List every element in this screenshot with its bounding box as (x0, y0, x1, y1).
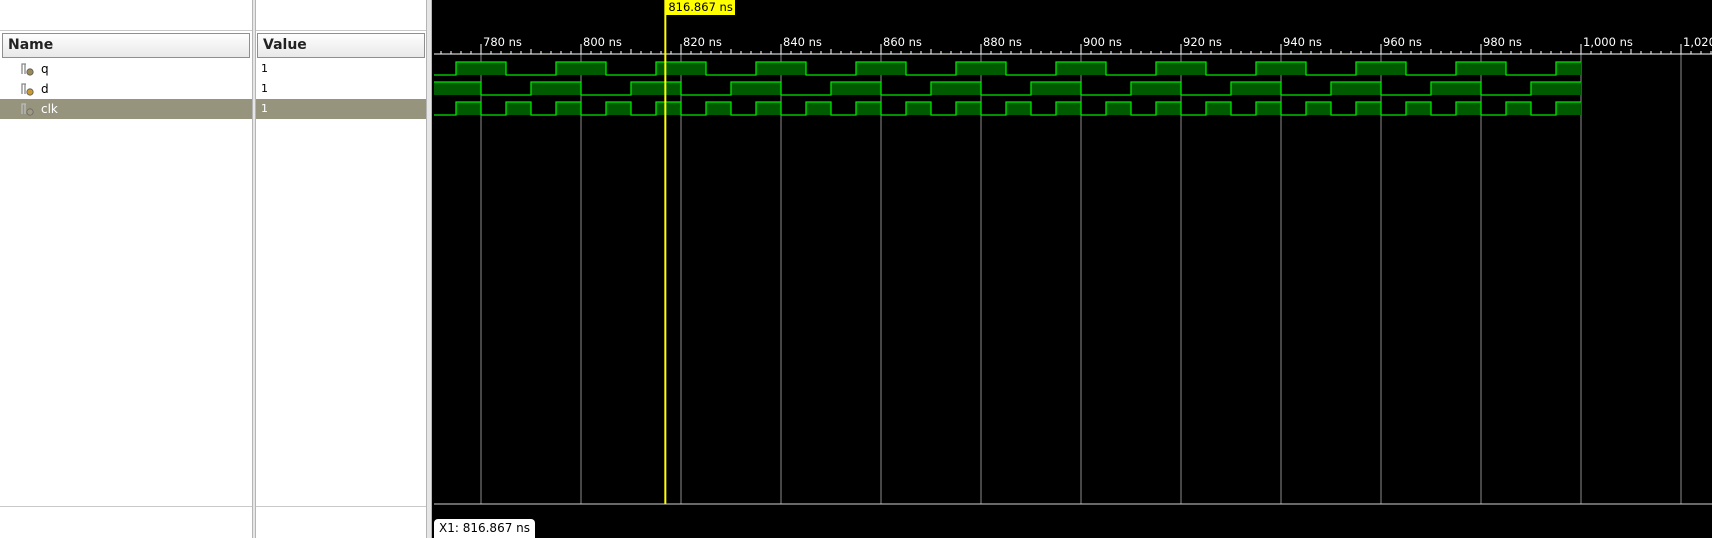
wave-high-fill (906, 102, 931, 115)
wave-high-fill (1531, 82, 1581, 95)
wave-high-fill (956, 62, 1006, 75)
wave-high-fill (1156, 102, 1181, 115)
wave-high-fill (1456, 102, 1481, 115)
wave-trace (434, 61, 1581, 76)
wave-high-fill (456, 62, 506, 75)
ruler-tick-label: 780 ns (483, 35, 522, 49)
wave-clk (434, 101, 1581, 116)
ruler-tick-label: 920 ns (1183, 35, 1222, 49)
wave-high-fill (1406, 102, 1431, 115)
wave-q (434, 61, 1581, 76)
ruler-tick-label: 980 ns (1483, 35, 1522, 49)
ruler-tick-label: 1,020 ns (1683, 35, 1712, 49)
cursor-time-marker[interactable]: 816.867 ns (666, 0, 735, 15)
wave-high-fill (1106, 102, 1131, 115)
wave-high-fill (606, 102, 631, 115)
wave-high-fill (831, 82, 881, 95)
ruler-tick-label: 940 ns (1283, 35, 1322, 49)
wave-high-fill (1331, 82, 1381, 95)
wave-high-fill (506, 102, 531, 115)
wave-high-fill (756, 62, 806, 75)
wave-high-fill (656, 102, 681, 115)
wave-high-fill (1356, 102, 1381, 115)
cursor-readout: X1: 816.867 ns (434, 519, 536, 538)
wave-high-fill (556, 102, 581, 115)
wave-trace (434, 81, 1581, 96)
wave-high-fill (1256, 62, 1306, 75)
wave-high-fill (434, 82, 481, 95)
wave-high-fill (631, 82, 681, 95)
ruler-tick-label: 840 ns (783, 35, 822, 49)
wave-high-fill (856, 102, 881, 115)
ruler-tick-label: 800 ns (583, 35, 622, 49)
wave-high-fill (1006, 102, 1031, 115)
wave-high-fill (556, 62, 606, 75)
wave-high-fill (1356, 62, 1406, 75)
wave-high-fill (1306, 102, 1331, 115)
wave-high-fill (806, 102, 831, 115)
wave-high-fill (1556, 102, 1581, 115)
wave-high-fill (756, 102, 781, 115)
wave-high-fill (1031, 82, 1081, 95)
wave-high-fill (1056, 102, 1081, 115)
waveform-viewer: Name q d clk Value 1 1 1 780 ns 800 ns 8… (0, 0, 1712, 538)
ruler-tick-label: 820 ns (683, 35, 722, 49)
wave-d (434, 81, 1581, 96)
wave-high-fill (1156, 62, 1206, 75)
time-grid (480, 54, 1682, 504)
ruler-tick-label: 860 ns (883, 35, 922, 49)
ruler-tick-label: 880 ns (983, 35, 1022, 49)
wave-high-fill (1456, 62, 1506, 75)
wave-high-fill (706, 102, 731, 115)
wave-high-fill (1506, 102, 1531, 115)
wave-high-fill (931, 82, 981, 95)
wave-high-fill (956, 102, 981, 115)
wave-high-fill (1256, 102, 1281, 115)
wave-high-fill (1556, 62, 1581, 75)
ruler-tick-label: 900 ns (1083, 35, 1122, 49)
wave-high-fill (1206, 102, 1231, 115)
wave-high-fill (1231, 82, 1281, 95)
ruler-tick-label: 1,000 ns (1583, 35, 1633, 49)
waveform-canvas[interactable]: 780 ns 800 ns 820 ns 840 ns 860 ns 880 ns 900 … (0, 0, 1712, 538)
wave-high-fill (531, 82, 581, 95)
waveform-traces (434, 61, 1581, 116)
wave-high-fill (731, 82, 781, 95)
wave-high-fill (1056, 62, 1106, 75)
wave-high-fill (456, 102, 481, 115)
wave-high-fill (1431, 82, 1481, 95)
wave-high-fill (1131, 82, 1181, 95)
wave-high-fill (856, 62, 906, 75)
wave-high-fill (656, 62, 706, 75)
ruler-tick-label: 960 ns (1383, 35, 1422, 49)
time-ruler[interactable]: 780 ns 800 ns 820 ns 840 ns 860 ns 880 ns 900 … (434, 35, 1712, 55)
